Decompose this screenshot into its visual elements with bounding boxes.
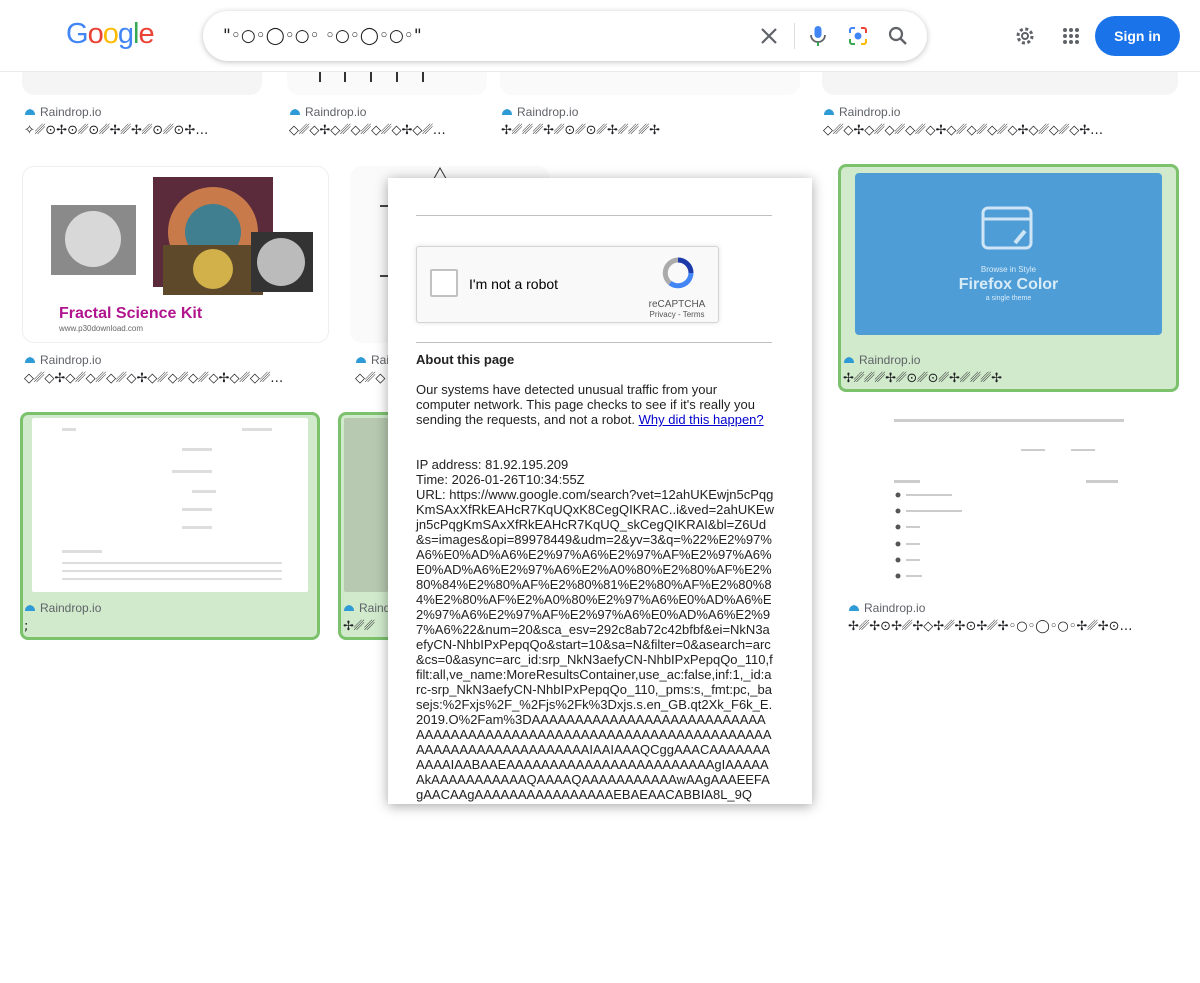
source-label: Raindrop.io [864, 601, 926, 615]
result-title[interactable]: ◇␥◇✢◇␥◇␥◇␥◇✢◇␥◇␥◇␥◇✢◇␥◇␥◇✢… [823, 123, 1173, 138]
search-icon[interactable] [886, 24, 910, 48]
thumb-caption: Fractal Science Kit [59, 305, 203, 322]
raindrop-icon [25, 109, 35, 115]
request-url: URL: https://www.google.com/search?vet=1… [416, 487, 774, 802]
recaptcha-links: Privacy - Terms [637, 310, 717, 319]
result-source[interactable]: Raindrop.io [848, 601, 925, 615]
source-label: Raindrop.io [40, 105, 102, 119]
logo-letter: o [87, 18, 104, 50]
divider [416, 342, 772, 343]
thumb-subcaption: www.p30download.com [59, 324, 144, 333]
privacy-link[interactable]: Privacy [650, 310, 676, 319]
result-title[interactable]: ✢␥␥␥✢␥⊙␥⊙␥✢␥␥␥✢ [843, 371, 1143, 386]
result-thumbnail[interactable] [846, 414, 1178, 592]
logo-letter: g [117, 18, 134, 50]
captcha-dialog: I'm not a robot reCAPTCHA Privacy - Term… [388, 178, 812, 804]
request-time: Time: 2026-01-26T10:34:55Z [416, 472, 585, 487]
logo-letter: G [66, 18, 89, 50]
terms-link[interactable]: Terms [683, 310, 705, 319]
result-title[interactable]: ✧␥⊙✢⊙␥⊙␥✢␥✢␥⊙␥⊙✢… [24, 123, 264, 138]
request-info: IP address: 81.92.195.209 Time: 2026-01-… [416, 457, 774, 802]
result-title[interactable]: ✢␥✢⊙✢␥✢◇✢␥✢⊙✢␥✢◦○◦◯◦○◦✢␥✢⊙… [848, 619, 1174, 634]
result-thumbnail[interactable]: Browse in Style Firefox Color a single t… [855, 173, 1162, 335]
logo-letter: e [138, 18, 154, 50]
why-link[interactable]: Why did this happen? [639, 412, 764, 427]
result-title[interactable]: ◇␥◇✢◇␥◇␥◇␥◇✢◇␥◇␥◇␥◇✢◇␥◇␥… [24, 371, 324, 386]
result-title[interactable]: ✢␥␥ [343, 619, 387, 634]
source-label: Raindrop.io [517, 105, 579, 119]
raindrop-icon [25, 605, 35, 611]
raindrop-icon [849, 605, 859, 611]
google-logo[interactable]: Google [66, 18, 155, 51]
source-label: Raindrop.io [859, 353, 921, 367]
thumb-subcaption: a single theme [985, 295, 1032, 302]
source-label: Raindrop.io [305, 105, 367, 119]
raindrop-icon [824, 109, 834, 115]
close-icon[interactable] [757, 24, 781, 48]
microphone-icon[interactable] [806, 24, 830, 48]
result-source[interactable]: Raindrop.io [24, 601, 101, 615]
search-divider [794, 23, 795, 49]
result-source[interactable]: Raindrop.io [289, 105, 366, 119]
result-source[interactable]: Raindrop.io [24, 105, 101, 119]
apps-grid-icon[interactable] [1059, 24, 1083, 48]
source-label: Raindrop.io [839, 105, 901, 119]
result-source[interactable]: Raindrop.io [24, 353, 101, 367]
logo-letter: o [102, 18, 119, 50]
result-thumbnail[interactable] [32, 418, 308, 592]
raindrop-icon [290, 109, 300, 115]
source-label: Raindrop.io [40, 601, 102, 615]
result-title[interactable]: ; [24, 619, 64, 634]
gear-icon[interactable] [1013, 24, 1037, 48]
raindrop-icon [502, 109, 512, 115]
raindrop-icon [844, 357, 854, 363]
divider [416, 215, 772, 216]
recaptcha-widget: I'm not a robot reCAPTCHA Privacy - Term… [416, 246, 719, 323]
raindrop-icon [356, 357, 366, 363]
link-separator: - [675, 310, 683, 319]
about-text: Our systems have detected unusual traffi… [416, 382, 772, 427]
not-robot-checkbox[interactable] [430, 269, 458, 297]
thumb-pre: Browse in Style [980, 265, 1037, 274]
result-source[interactable]: Raindrop.io [501, 105, 578, 119]
camera-lens-icon[interactable] [846, 24, 870, 48]
top-bar: Google "◦○◦◯◦○◦ ◦○◦◯◦○◦" Sign in [0, 0, 1200, 72]
raindrop-icon [344, 605, 354, 611]
sign-in-button[interactable]: Sign in [1095, 16, 1180, 56]
raindrop-icon [25, 357, 35, 363]
result-source[interactable]: Raindrop.io [843, 353, 920, 367]
result-title[interactable]: ✢␥␥␥✢␥⊙␥⊙␥✢␥␥␥✢ [501, 123, 801, 138]
checkbox-label: I'm not a robot [469, 276, 559, 292]
result-thumbnail[interactable]: Fractal Science Kit www.p30download.com [22, 166, 329, 343]
result-source[interactable]: Raindrop.io [823, 105, 900, 119]
search-input[interactable]: "◦○◦◯◦○◦ ◦○◦◯◦○◦" [223, 26, 422, 46]
search-box[interactable]: "◦○◦◯◦○◦ ◦○◦◯◦○◦" [203, 11, 927, 61]
about-heading: About this page [416, 352, 515, 367]
recaptcha-logo-icon [662, 257, 694, 294]
ip-address: IP address: 81.92.195.209 [416, 457, 569, 472]
source-label: Raindrop.io [40, 353, 102, 367]
result-title[interactable]: ◇␥◇✢◇␥◇␥◇␥◇✢◇␥… [289, 123, 479, 138]
result-thumbnail[interactable] [344, 418, 388, 592]
thumb-caption: Firefox Color [958, 276, 1059, 293]
recaptcha-brand: reCAPTCHA [648, 299, 706, 310]
